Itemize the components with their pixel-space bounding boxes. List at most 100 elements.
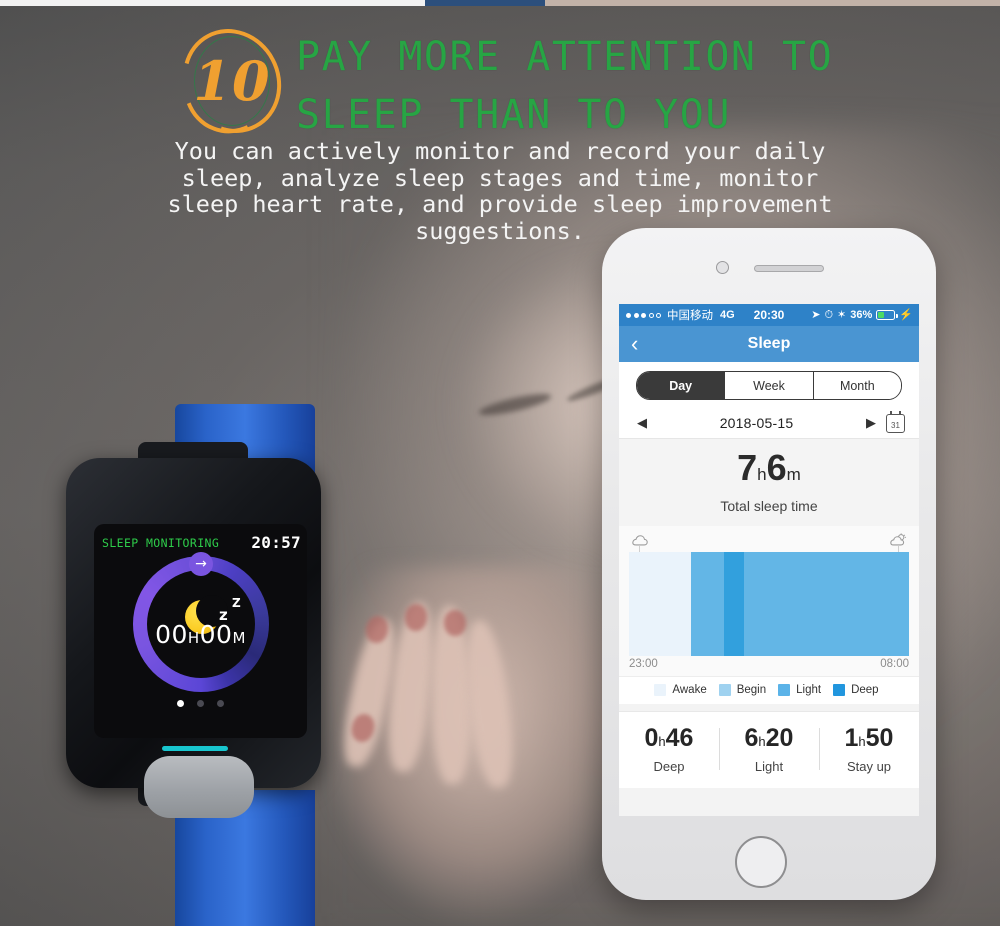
stat-light-minutes: 20	[765, 724, 794, 752]
chart-start-time: 23:00	[629, 658, 658, 670]
stat-stay-up-minutes: 50	[865, 724, 894, 752]
promo-page: 10 PAY MORE ATTENTION TO SLEEP THAN TO Y…	[0, 0, 1000, 926]
band-deep	[724, 552, 744, 656]
calendar-day-number: 31	[891, 420, 900, 430]
signal-dot-1	[626, 312, 631, 318]
legend-item-awake: Awake	[654, 684, 707, 696]
battery-percent: 36%	[850, 309, 873, 321]
stat-deep-hours: 0	[644, 724, 659, 752]
legend-swatch-awake	[654, 684, 667, 696]
alarm-icon: ⏱	[824, 308, 834, 321]
calendar-icon[interactable]: 31	[886, 411, 905, 433]
stat-stay-up-hours: 1	[844, 724, 859, 752]
battery-icon	[876, 310, 898, 320]
stat-deep-minutes: 46	[665, 724, 694, 752]
watch-duration-hours: 00	[155, 620, 188, 649]
signal-strength-icon	[626, 312, 661, 318]
stat-stay-up-unit: h	[858, 734, 866, 749]
legend-item-deep: Deep	[833, 684, 879, 696]
legend-swatch-light	[778, 684, 791, 696]
sleep-chart: 23:00 08:00	[619, 526, 919, 676]
status-bar: 中国移动 4G 20:30 ➤ ⏱ ✶ 36% ⚡	[619, 304, 919, 326]
legend-label-light: Light	[796, 684, 822, 696]
legend-swatch-deep	[833, 684, 846, 696]
bluetooth-icon: ✶	[837, 308, 847, 321]
chart-end-time: 08:00	[880, 658, 909, 670]
total-minutes-unit: m	[786, 465, 801, 484]
watch-body: SLEEP MONITORING 20:57 → z Z 00H00M	[66, 458, 321, 818]
stat-deep-unit: h	[658, 734, 666, 749]
charging-icon: ⚡	[899, 308, 913, 321]
page-dot-3[interactable]	[217, 700, 224, 707]
total-sleep-caption: Total sleep time	[720, 498, 818, 514]
phone-screen: 中国移动 4G 20:30 ➤ ⏱ ✶ 36% ⚡ ‹ Sleep Day We…	[619, 304, 919, 816]
band-awake	[629, 552, 691, 656]
nav-bar: ‹ Sleep	[619, 326, 919, 362]
band-light	[743, 552, 909, 656]
sleep-stats: 0h46 Deep 6h20 Light 1h50 Stay up	[619, 711, 919, 788]
period-selector: Day Week Month	[636, 371, 902, 400]
carrier-name: 中国移动	[667, 310, 713, 322]
stat-light-label: Light	[754, 759, 784, 774]
stat-stay-up-value: 1h50	[819, 724, 919, 756]
network-type: 4G	[720, 309, 735, 321]
signal-dot-4	[648, 312, 654, 318]
chart-time-axis: 23:00 08:00	[629, 656, 909, 676]
smartphone: 中国移动 4G 20:30 ➤ ⏱ ✶ 36% ⚡ ‹ Sleep Day We…	[602, 228, 936, 900]
watch-screen-header: SLEEP MONITORING 20:57	[94, 530, 307, 552]
battery-fill	[878, 312, 885, 318]
watch-screen[interactable]: SLEEP MONITORING 20:57 → z Z 00H00M	[94, 524, 307, 738]
tab-week[interactable]: Week	[724, 372, 813, 399]
total-sleep-block: 7h6m Total sleep time	[619, 438, 919, 526]
total-sleep-value: 7h6m	[619, 449, 919, 494]
headline: PAY MORE ATTENTION TO SLEEP THAN TO YOU	[296, 28, 936, 144]
headline-line-1: PAY MORE ATTENTION TO	[296, 34, 834, 80]
legend-item-light: Light	[778, 684, 821, 696]
stat-light: 6h20 Light	[719, 724, 819, 774]
legend-swatch-begin	[718, 684, 731, 696]
watch-duration-minutes: 00	[199, 620, 233, 649]
status-bar-clock: 20:30	[753, 308, 785, 322]
stat-deep: 0h46 Deep	[619, 724, 719, 774]
watch-accent-bar	[162, 746, 228, 751]
back-button[interactable]: ‹	[631, 332, 638, 356]
legend-item-begin: Begin	[718, 684, 767, 696]
front-camera-icon	[716, 261, 729, 274]
band-begin	[690, 552, 725, 656]
watch-home-button[interactable]	[144, 756, 254, 818]
page-dot-1[interactable]	[177, 700, 184, 707]
earpiece-speaker	[754, 265, 824, 272]
location-icon: ➤	[811, 308, 821, 321]
chart-legend: Awake Begin Light Deep	[619, 676, 919, 704]
stat-light-value: 6h20	[719, 724, 819, 756]
phone-home-button[interactable]	[735, 836, 787, 888]
tab-month[interactable]: Month	[812, 372, 901, 399]
chart-weather-row	[629, 532, 909, 555]
date-navigation: ◀ 2018-05-15 ▶ 31	[619, 408, 919, 438]
watch-clock: 20:57	[251, 533, 301, 552]
total-hours: 7	[737, 447, 758, 488]
signal-dot-3	[641, 312, 646, 318]
headline-line-2: SLEEP THAN TO YOU	[296, 92, 731, 138]
prev-day-button[interactable]: ◀	[637, 417, 647, 430]
smartwatch: SLEEP MONITORING 20:57 → z Z 00H00M	[60, 404, 325, 926]
nail-4	[443, 609, 467, 637]
stat-light-hours: 6	[744, 724, 759, 752]
stat-stay-up: 1h50 Stay up	[819, 724, 919, 774]
total-minutes: 6	[766, 447, 787, 488]
next-day-button[interactable]: ▶	[866, 417, 876, 430]
page-dot-2[interactable]	[197, 700, 204, 707]
period-selector-wrap: Day Week Month	[619, 362, 919, 408]
tab-day[interactable]: Day	[637, 372, 725, 399]
sleep-stage-bands[interactable]	[629, 552, 909, 656]
watch-duration-minutes-unit: M	[232, 629, 246, 647]
signal-dot-2	[633, 312, 639, 318]
status-bar-right: ➤ ⏱ ✶ 36% ⚡	[811, 309, 919, 321]
legend-label-begin: Begin	[736, 684, 767, 696]
step-number-badge: 10	[164, 11, 300, 151]
zzz-large: Z	[232, 596, 241, 610]
total-hours-unit: h	[757, 465, 767, 484]
stat-deep-label: Deep	[653, 759, 685, 774]
signal-dot-5	[656, 312, 661, 318]
watch-duration-hours-unit: H	[187, 629, 200, 647]
